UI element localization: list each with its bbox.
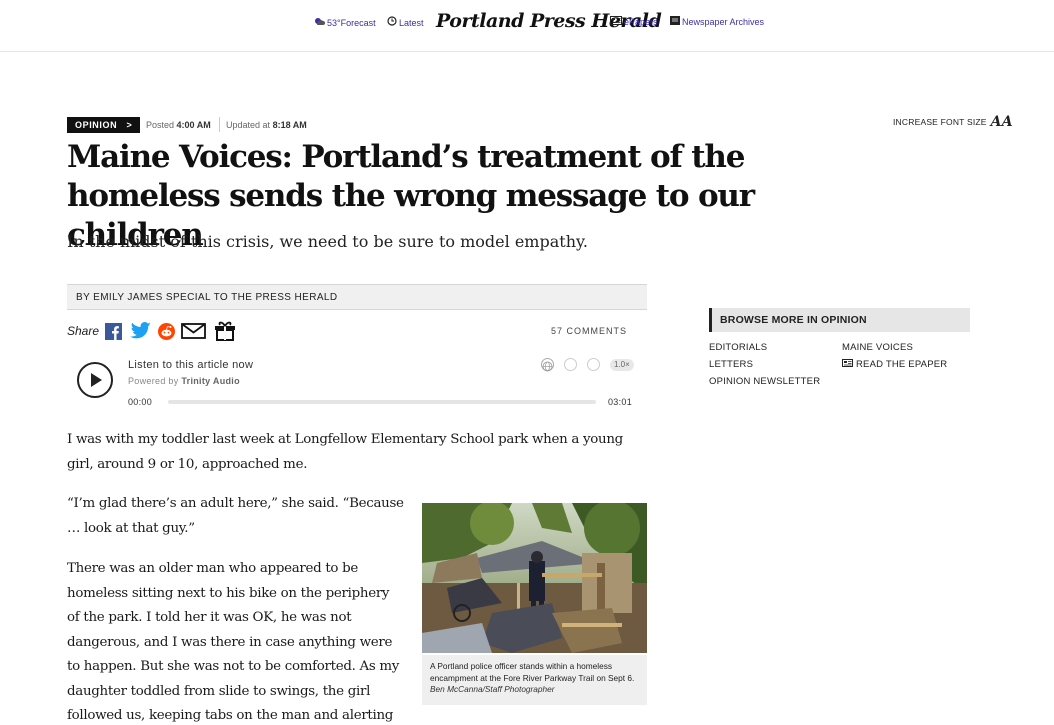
epapers-link[interactable]: ePapers [610,16,658,28]
clock-icon [387,16,397,29]
top-navigation: 53°Forecast Latest Portland Press Herald… [0,0,1054,52]
updated-time: Updated at 8:18 AM [226,120,307,130]
powered-brand: Trinity Audio [181,376,240,386]
byline: BY EMILY JAMES SPECIAL TO THE PRESS HERA… [67,284,647,310]
sidebar-link-letters[interactable]: LETTERS [709,359,753,370]
reddit-icon[interactable] [157,322,175,340]
audio-duration: 03:01 [608,397,633,407]
updated-label: Updated at [226,120,271,130]
forward-icon[interactable] [587,358,600,371]
chevron-right-icon: > [126,120,133,130]
photo-credit: Ben McCanna/Staff Photographer [430,684,555,694]
font-size-label: INCREASE FONT SIZE [893,117,987,127]
playback-speed-button[interactable]: 1.0× [610,359,634,371]
archives-link[interactable]: Newspaper Archives [670,16,764,28]
article-photo[interactable] [422,503,647,653]
language-icon[interactable] [541,358,554,372]
play-icon [91,373,102,387]
email-icon[interactable] [180,322,206,340]
posted-time-value: 4:00 AM [176,120,211,130]
browse-more-heading: BROWSE MORE IN OPINION [709,308,970,332]
audio-progress-bar[interactable] [168,400,596,404]
read-epaper-label: READ THE EPAPER [856,359,948,370]
gift-icon[interactable] [213,319,237,341]
body-paragraph-3: There was an older man who appeared to b… [67,561,400,723]
epapers-label: ePapers [624,17,658,27]
forecast-label: 53°Forecast [327,18,376,28]
sidebar-link-read-epaper[interactable]: READ THE EPAPER [842,359,947,370]
body-paragraph-2: “I’m glad there’s an adult here,” she sa… [67,496,404,536]
photo-caption: A Portland police officer stands within … [422,655,647,705]
play-button[interactable] [77,362,113,398]
font-size-icon: AA [990,114,1013,130]
latest-link[interactable]: Latest [387,16,424,29]
comments-link[interactable]: 57 COMMENTS [551,326,627,336]
sidebar-link-editorials[interactable]: EDITORIALS [709,342,767,353]
latest-label: Latest [399,17,424,28]
article-subtitle: In the midst of this crisis, we need to … [67,232,588,251]
audio-powered-by: Powered by Trinity Audio [128,376,240,386]
archives-label: Newspaper Archives [682,17,765,27]
epaper-icon [610,16,622,28]
updated-time-value: 8:18 AM [272,120,307,130]
audio-current-time: 00:00 [128,397,153,407]
meta-divider [219,117,220,132]
section-tag-label: OPINION [75,120,118,130]
section-tag[interactable]: OPINION > [67,117,141,133]
sidebar-link-opinion-newsletter[interactable]: OPINION NEWSLETTER [709,376,820,387]
audio-title: Listen to this article now [128,359,254,371]
rewind-icon[interactable] [564,358,577,371]
posted-label: Posted [146,120,175,130]
epaper-icon [842,359,853,370]
weather-icon [314,16,325,30]
sidebar-link-maine-voices[interactable]: MAINE VOICES [842,342,913,353]
newspaper-icon [670,16,680,28]
caption-text: A Portland police officer stands within … [430,661,635,683]
powered-prefix: Powered by [128,376,179,386]
facebook-icon[interactable] [104,322,122,340]
forecast-link[interactable]: 53°Forecast [314,16,376,30]
increase-font-size-button[interactable]: INCREASE FONT SIZE AA [893,114,1013,130]
share-label: Share [67,324,100,338]
posted-time: Posted 4:00 AM [146,120,211,130]
twitter-icon[interactable] [129,322,153,340]
body-paragraph-1: I was with my toddler last week at Longf… [67,432,623,472]
